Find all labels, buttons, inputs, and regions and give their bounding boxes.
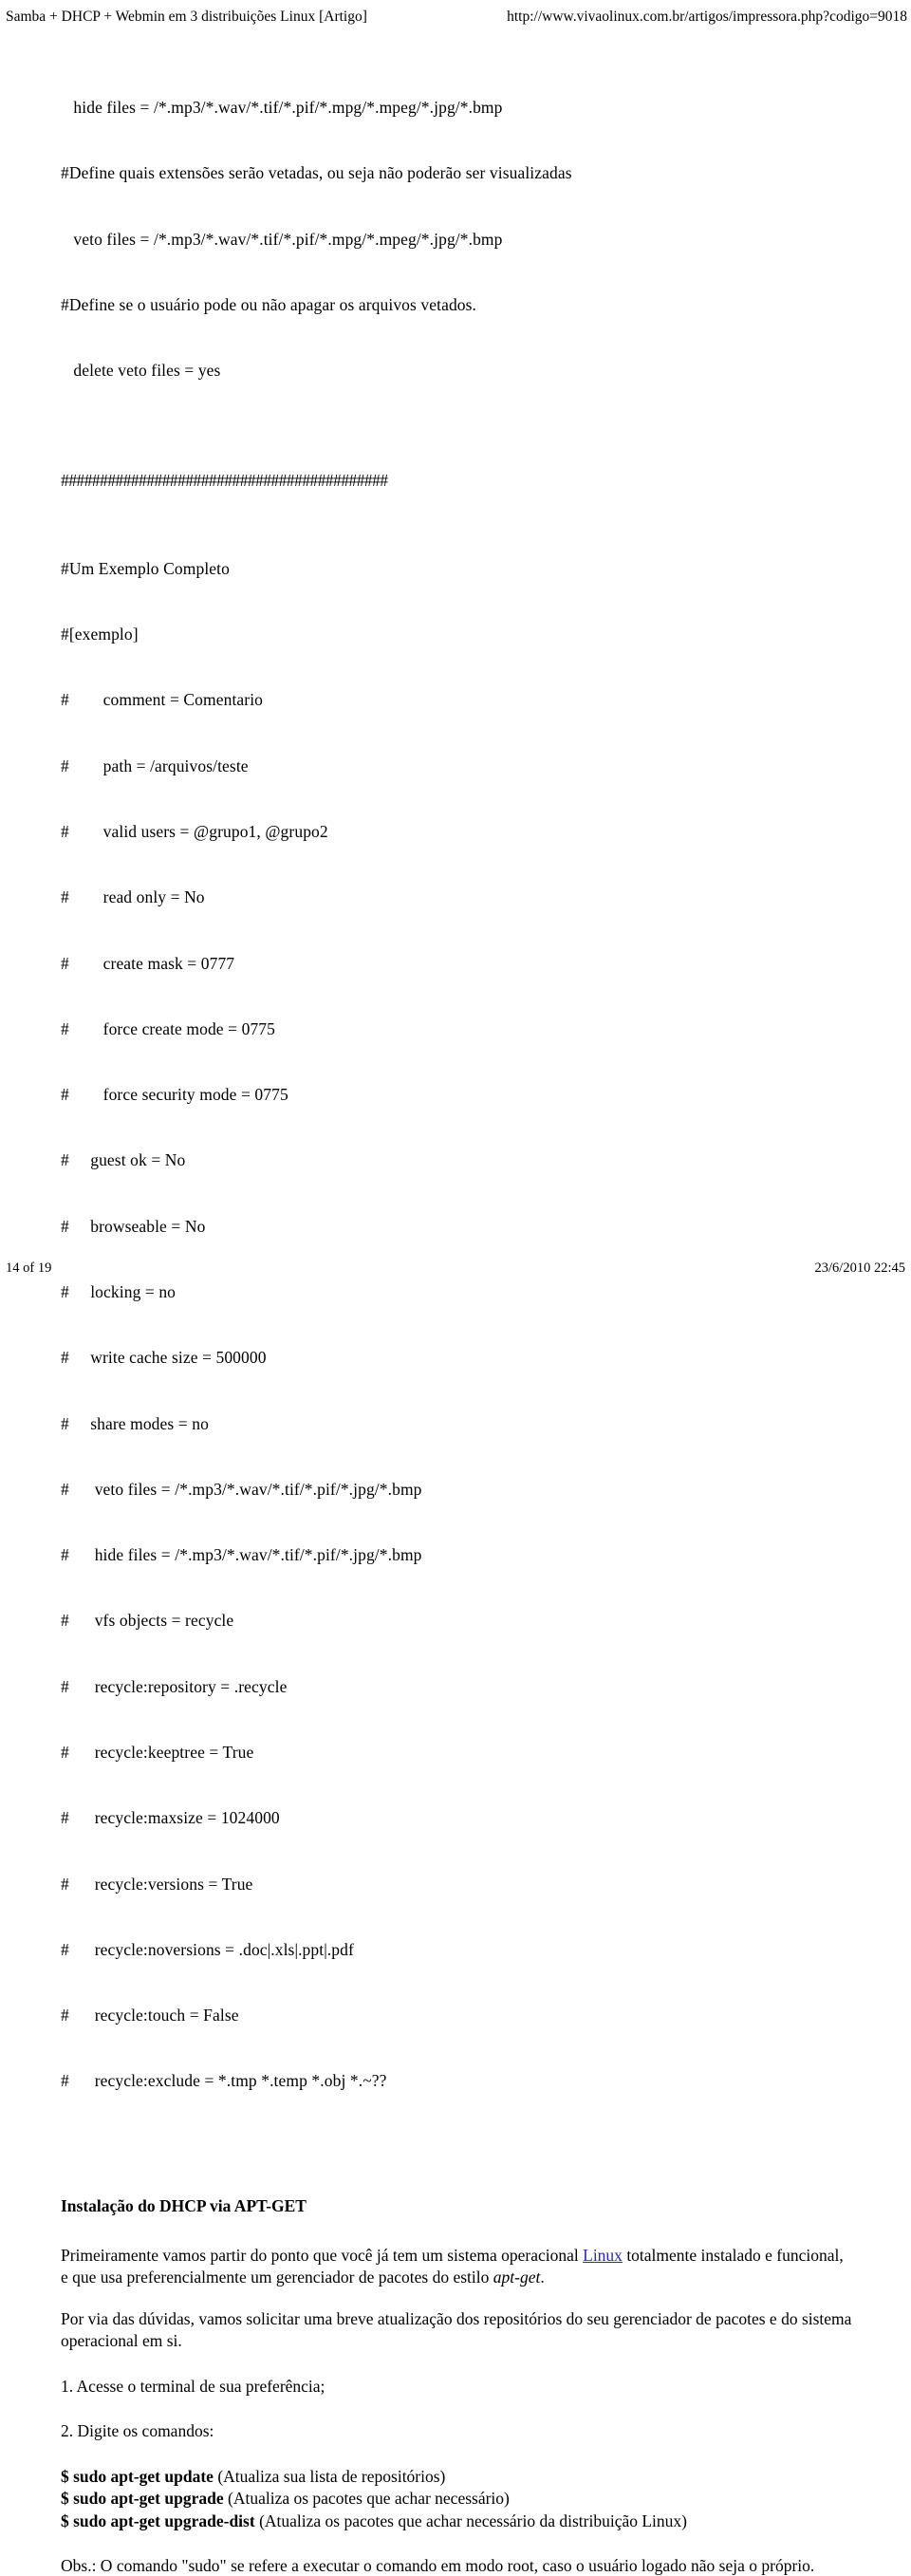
config-line: # vfs objects = recycle xyxy=(61,1611,234,1631)
print-timestamp: 23/6/2010 22:45 xyxy=(814,1260,905,1276)
print-header: Samba + DHCP + Webmin em 3 distribuições… xyxy=(0,8,911,28)
command-text: $ sudo apt-get update xyxy=(61,2466,214,2486)
config-line: # path = /arquivos/teste xyxy=(61,756,249,775)
config-line: # valid users = @grupo1, @grupo2 xyxy=(61,822,328,841)
config-line: # force security mode = 0775 xyxy=(61,1085,288,1105)
config-line: hide files = /*.mp3/*.wav/*.tif/*.pif/*.… xyxy=(61,98,503,118)
observation-note: Obs.: O comando "sudo" se refere a execu… xyxy=(61,2556,815,2576)
config-line: # hide files = /*.mp3/*.wav/*.tif/*.pif/… xyxy=(61,1545,422,1565)
command-description: (Atualiza sua lista de repositórios) xyxy=(213,2466,446,2486)
config-line: # recycle:versions = True xyxy=(61,1874,253,1894)
section-heading-dhcp-aptget: Instalação do DHCP via APT-GET xyxy=(61,2195,307,2215)
config-line: # recycle:touch = False xyxy=(61,2006,239,2025)
config-line: #[exemplo] xyxy=(61,625,139,644)
page-number: 14 of 19 xyxy=(6,1260,52,1276)
samba-config-example-block: #Um Exemplo Completo #[exemplo] # commen… xyxy=(61,514,854,2137)
config-line: # recycle:keeptree = True xyxy=(61,1742,254,1762)
command-description: (Atualiza os pacotes que achar necessári… xyxy=(254,2511,687,2530)
paragraph-intro-text-3: . xyxy=(540,2268,545,2287)
paragraph-update-note: Por via das dúvidas, vamos solicitar uma… xyxy=(61,2308,852,2351)
step-item-2: 2. Digite os comandos: xyxy=(61,2421,214,2441)
command-description: (Atualiza os pacotes que achar necessári… xyxy=(223,2489,510,2509)
command-row: $ sudo apt-get update (Atualiza sua list… xyxy=(61,2466,854,2489)
config-line: # guest ok = No xyxy=(61,1150,186,1170)
document-title: Samba + DHCP + Webmin em 3 distribuições… xyxy=(6,9,367,25)
config-line: # browseable = No xyxy=(61,1216,206,1236)
command-text: $ sudo apt-get upgrade xyxy=(61,2489,224,2509)
config-line: # comment = Comentario xyxy=(61,690,264,710)
config-line: # write cache size = 500000 xyxy=(61,1348,267,1368)
print-footer: 14 of 19 23/6/2010 22:45 xyxy=(0,1260,911,1279)
config-line: # recycle:maxsize = 1024000 xyxy=(61,1808,280,1828)
linux-link[interactable]: Linux xyxy=(583,2246,623,2265)
config-line: # veto files = /*.mp3/*.wav/*.tif/*.pif/… xyxy=(61,1479,422,1499)
page-content: hide files = /*.mp3/*.wav/*.tif/*.pif/*.… xyxy=(61,53,854,2576)
samba-config-snippet-top: hide files = /*.mp3/*.wav/*.tif/*.pif/*.… xyxy=(61,53,854,426)
paragraph-intro: Primeiramente vamos partir do ponto que … xyxy=(61,2245,854,2289)
source-url: http://www.vivaolinux.com.br/artigos/imp… xyxy=(507,9,907,25)
config-line: # recycle:noversions = .doc|.xls|.ppt|.p… xyxy=(61,1939,354,1959)
config-line: veto files = /*.mp3/*.wav/*.tif/*.pif/*.… xyxy=(61,229,503,249)
command-list: $ sudo apt-get update (Atualiza sua list… xyxy=(61,2466,854,2533)
config-line: # recycle:exclude = *.tmp *.temp *.obj *… xyxy=(61,2071,387,2091)
config-line: #Define se o usuário pode ou não apagar … xyxy=(61,295,477,315)
config-line: # locking = no xyxy=(61,1281,177,1301)
paragraph-intro-text-1: Primeiramente vamos partir do ponto que … xyxy=(61,2245,584,2265)
aptget-emphasis: apt-get xyxy=(493,2268,541,2287)
hash-separator-rule: ########################################… xyxy=(61,470,388,490)
step-item-1: 1. Acesse o terminal de sua preferência; xyxy=(61,2376,325,2396)
command-text: $ sudo apt-get upgrade-dist xyxy=(61,2511,255,2530)
config-line: # read only = No xyxy=(61,887,205,907)
config-line: # share modes = no xyxy=(61,1413,209,1433)
config-line: #Define quais extensões serão vetadas, o… xyxy=(61,163,572,183)
config-line: # create mask = 0777 xyxy=(61,953,235,973)
command-row: $ sudo apt-get upgrade-dist (Atualiza os… xyxy=(61,2511,854,2533)
config-line: delete veto files = yes xyxy=(61,361,221,381)
config-line: # force create mode = 0775 xyxy=(61,1018,275,1038)
config-line: # recycle:repository = .recycle xyxy=(61,1676,288,1696)
config-line: #Um Exemplo Completo xyxy=(61,558,230,578)
command-row: $ sudo apt-get upgrade (Atualiza os paco… xyxy=(61,2488,854,2511)
